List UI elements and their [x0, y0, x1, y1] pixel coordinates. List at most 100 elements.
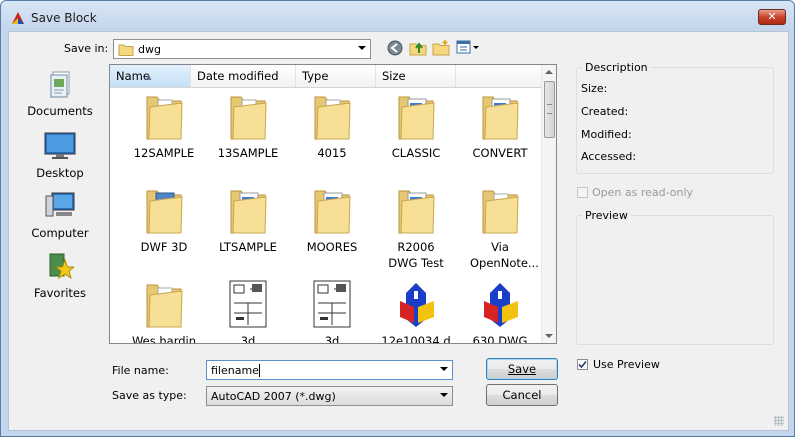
- file-item-name: 3d: [240, 334, 256, 344]
- file-item[interactable]: MOORES: [290, 185, 374, 281]
- file-item[interactable]: 630 DWG: [458, 279, 542, 343]
- file-item[interactable]: LTSAMPLE: [206, 185, 290, 281]
- created-label: Created:: [581, 105, 629, 118]
- place-computer[interactable]: Computer: [16, 192, 104, 250]
- folder-icon: [482, 190, 519, 234]
- close-icon: ✕: [767, 10, 777, 23]
- column-size[interactable]: Size: [376, 65, 456, 87]
- chevron-down-icon: [440, 393, 448, 397]
- place-label: Desktop: [36, 166, 84, 180]
- save-in-dropdown[interactable]: dwg: [113, 39, 371, 59]
- file-item-name: CLASSIC: [391, 146, 441, 160]
- file-item[interactable]: CLASSIC: [374, 91, 458, 187]
- cancel-button[interactable]: Cancel: [486, 384, 558, 406]
- file-item-name: 3d: [324, 334, 340, 344]
- file-item[interactable]: Wes hardin: [122, 279, 206, 343]
- file-name-input[interactable]: filename: [206, 360, 453, 380]
- dialog-body: Save in: dwg Documents Desktop Computer …: [8, 31, 789, 431]
- save-as-type-value: AutoCAD 2007 (*.dwg): [211, 390, 336, 403]
- save-button-label: Save: [507, 362, 537, 376]
- use-preview-checkbox[interactable]: [577, 359, 588, 370]
- folder-icon: [146, 190, 183, 234]
- folder-icon: [118, 44, 134, 56]
- column-type-label: Type: [302, 69, 329, 83]
- place-documents[interactable]: Documents: [16, 70, 104, 128]
- file-item-name: MOORES: [306, 240, 358, 254]
- folder-icon: [230, 96, 267, 140]
- preview-title: Preview: [582, 209, 631, 222]
- file-item[interactable]: CONVERT: [458, 91, 542, 187]
- column-date-modified[interactable]: Date modified: [191, 65, 296, 87]
- favorites-icon: [49, 253, 74, 280]
- use-preview-label: Use Preview: [593, 358, 660, 371]
- file-item[interactable]: 3d: [206, 279, 290, 344]
- file-item-name: CONVERT: [472, 146, 528, 160]
- sort-ascending-icon: ▲: [146, 73, 152, 81]
- file-item-name: 4015: [317, 146, 347, 160]
- drawing-thumbnail-icon: [229, 280, 267, 328]
- size-label: Size:: [581, 82, 608, 95]
- chevron-down-icon: [440, 367, 448, 371]
- file-item-name: DWF 3D: [140, 240, 188, 254]
- chevron-down-icon: [358, 46, 366, 50]
- new-folder-icon[interactable]: [432, 39, 450, 56]
- place-favorites[interactable]: Favorites: [16, 252, 104, 310]
- place-label: Computer: [31, 226, 89, 240]
- scroll-up-icon[interactable]: [545, 70, 553, 74]
- open-read-only-label: Open as read-only: [592, 186, 694, 199]
- scroll-down-icon[interactable]: [545, 334, 553, 338]
- folder-icon: [482, 96, 519, 140]
- save-as-type-dropdown[interactable]: AutoCAD 2007 (*.dwg): [206, 386, 453, 406]
- folder-icon: [314, 96, 351, 140]
- file-item[interactable]: 4015: [290, 91, 374, 187]
- file-item[interactable]: 12SAMPLE: [122, 91, 206, 187]
- file-item-name: 13SAMPLE: [217, 146, 279, 160]
- accessed-label: Accessed:: [581, 150, 637, 163]
- file-list[interactable]: Name ▲ Date modified Type Size 12SAMPLE 1…: [109, 64, 557, 344]
- folder-icon: [398, 190, 435, 234]
- file-item[interactable]: 3d: [290, 279, 374, 344]
- folder-icon: [398, 96, 435, 140]
- computer-icon: [45, 192, 75, 217]
- save-block-dialog: Save Block ✕ Save in: dwg Documents Desk…: [0, 0, 795, 437]
- file-item-name: Via OpenNote...: [470, 240, 539, 270]
- cancel-button-label: Cancel: [502, 388, 542, 402]
- scroll-thumb[interactable]: [544, 81, 555, 138]
- file-item[interactable]: R2006 DWG Test: [374, 185, 458, 281]
- folder-icon: [146, 284, 183, 328]
- save-button[interactable]: Save: [486, 358, 558, 380]
- save-as-type-label: Save as type:: [112, 389, 187, 402]
- column-date-label: Date modified: [197, 69, 279, 83]
- column-name[interactable]: Name ▲: [110, 65, 191, 87]
- open-read-only-checkbox[interactable]: [577, 187, 588, 198]
- documents-icon: [50, 71, 70, 98]
- title-bar[interactable]: Save Block ✕: [1, 1, 794, 31]
- column-name-label: Name: [116, 69, 150, 83]
- vertical-scrollbar[interactable]: [541, 65, 556, 343]
- save-in-label: Save in:: [64, 42, 109, 55]
- desktop-icon: [44, 132, 76, 159]
- file-item-name: 12e10034.d: [381, 334, 451, 344]
- checkmark-icon: [578, 360, 587, 369]
- folder-icon: [314, 190, 351, 234]
- file-item[interactable]: Via OpenNote...: [458, 185, 542, 281]
- file-name-value: filename: [211, 364, 259, 377]
- file-item-name: R2006 DWG Test: [388, 240, 444, 270]
- places-bar: Documents Desktop Computer Favorites: [16, 64, 104, 344]
- close-button[interactable]: ✕: [758, 9, 786, 25]
- back-icon[interactable]: [387, 40, 403, 56]
- save-in-value: dwg: [138, 43, 161, 56]
- column-size-label: Size: [382, 69, 406, 83]
- up-folder-icon[interactable]: [409, 39, 427, 56]
- place-desktop[interactable]: Desktop: [16, 132, 104, 190]
- resize-grip[interactable]: [774, 416, 784, 426]
- file-item-name: 12SAMPLE: [133, 146, 195, 160]
- file-item[interactable]: 13SAMPLE: [206, 91, 290, 187]
- dwg-file-icon: [400, 283, 434, 327]
- column-type[interactable]: Type: [296, 65, 376, 87]
- file-item[interactable]: DWF 3D: [122, 185, 206, 281]
- dwg-file-icon: [484, 283, 518, 327]
- file-item[interactable]: 12e10034.d: [374, 279, 458, 344]
- file-item-name: LTSAMPLE: [219, 240, 277, 254]
- views-menu-button[interactable]: [456, 39, 480, 55]
